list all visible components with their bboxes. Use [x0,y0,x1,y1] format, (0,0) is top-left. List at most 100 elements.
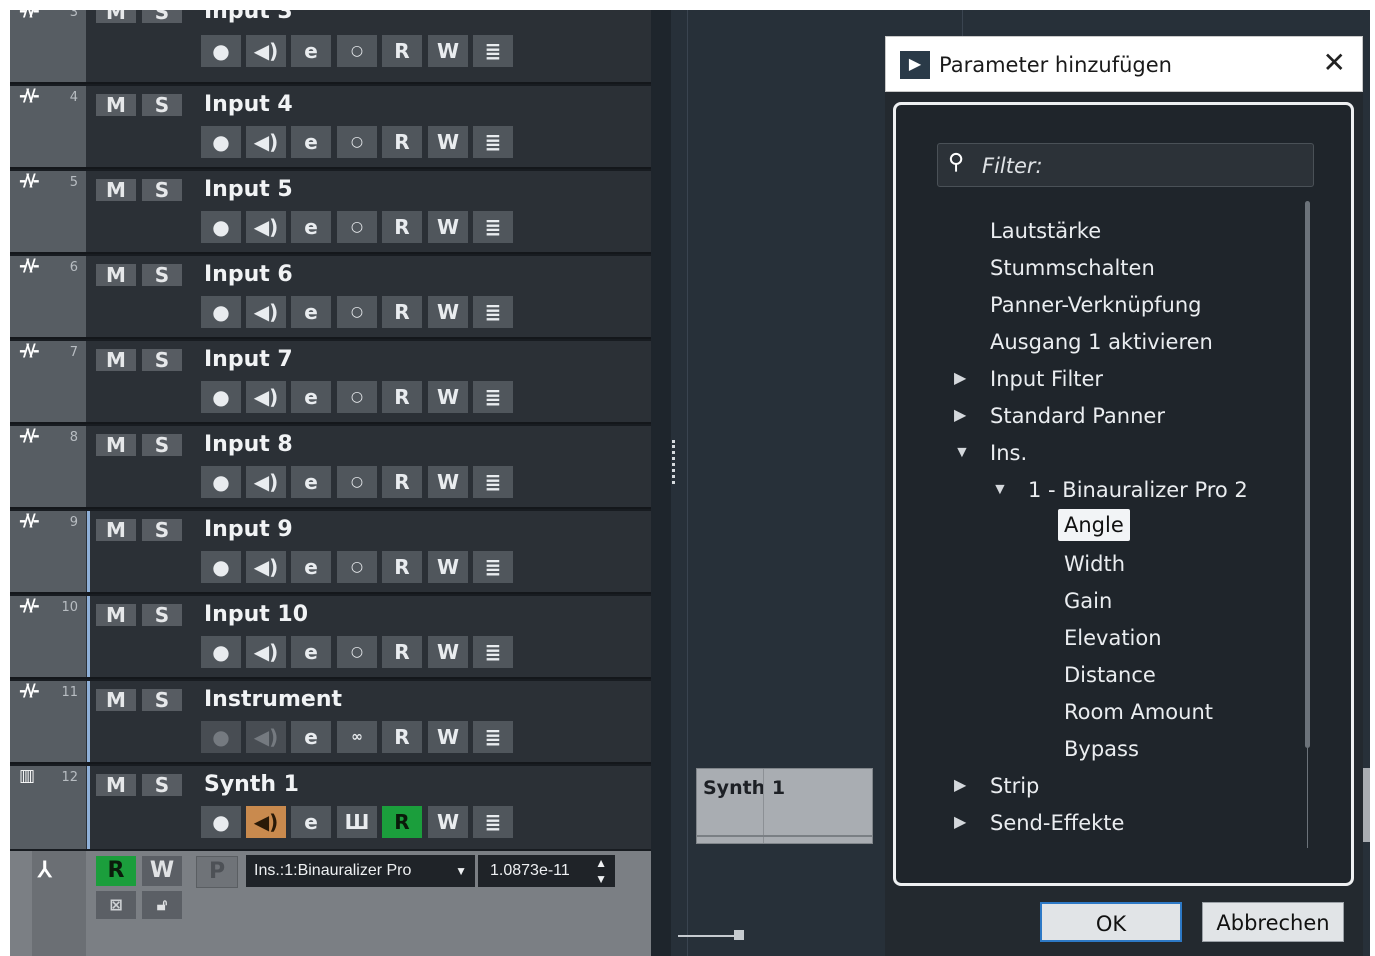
mute-button[interactable]: M [96,774,136,796]
solo-button[interactable]: S [142,519,182,541]
expand-arrow-icon[interactable]: ▶ [954,772,966,800]
mute-automation-icon[interactable]: ⊠ [96,891,136,919]
spinner-icon[interactable]: ▲ ▼ [595,855,607,887]
mute-button[interactable]: M [96,10,136,23]
edit-channel-icon[interactable]: e [291,636,331,668]
read-automation-button[interactable]: R [96,856,136,886]
mute-button[interactable]: M [96,179,136,201]
record-enable-button[interactable]: ● [201,126,241,158]
list-menu-icon[interactable]: ≣ [473,296,513,328]
track-name[interactable]: Input 10 [204,602,308,628]
channel-mode-icon[interactable]: ○ [337,35,377,67]
list-menu-icon[interactable]: ≣ [473,806,513,838]
midi-event[interactable]: Synth 1 [696,768,873,844]
write-automation-button[interactable]: W [428,296,468,328]
link-icon[interactable]: ∞ [337,721,377,753]
track-name[interactable]: Input 7 [204,347,293,373]
mute-button[interactable]: M [96,434,136,456]
track-name[interactable]: Synth 1 [204,772,299,798]
track-name[interactable]: Input 5 [204,177,293,203]
write-automation-button[interactable]: W [428,551,468,583]
tree-item-angle-selected[interactable]: Angle [1058,509,1130,541]
monitor-speaker-icon[interactable]: ◀) [246,126,286,158]
track-row[interactable]: -/\/- 6 M S Input 6 ● ◀) e ○ R W ≣ [10,256,651,339]
read-automation-button[interactable]: R [382,551,422,583]
record-enable-button[interactable]: ● [201,551,241,583]
tree-item-panner-verknuepfung[interactable]: Panner-Verknüpfung [990,291,1202,319]
solo-button[interactable]: S [142,774,182,796]
read-automation-button[interactable]: R [382,381,422,413]
mute-button[interactable]: M [96,264,136,286]
record-enable-button[interactable]: ● [201,636,241,668]
read-automation-button[interactable]: R [382,211,422,243]
write-automation-button[interactable]: W [428,211,468,243]
edit-channel-icon[interactable]: e [291,296,331,328]
solo-button[interactable]: S [142,349,182,371]
ok-button[interactable]: OK [1040,902,1182,942]
track-row[interactable]: -/\/- 3 M S Input 3 ● ◀) e ○ R W ≣ [10,10,651,84]
solo-button[interactable]: S [142,94,182,116]
channel-mode-icon[interactable]: ○ [337,466,377,498]
track-name[interactable]: Input 6 [204,262,293,288]
mute-button[interactable]: M [96,519,136,541]
write-automation-button[interactable]: W [428,721,468,753]
dialog-titlebar[interactable]: ▶ Parameter hinzufügen ✕ [885,36,1363,92]
read-automation-button[interactable]: R [382,466,422,498]
write-automation-button[interactable]: W [428,466,468,498]
write-automation-button[interactable]: W [428,35,468,67]
track-row[interactable]: -/\/- 11 M S Instrument ● ◀) e ∞ R W ≣ [10,681,651,764]
expand-arrow-icon[interactable]: ▶ [954,809,966,837]
read-automation-button[interactable]: R [382,35,422,67]
read-automation-button[interactable]: R [382,721,422,753]
tree-item-elevation[interactable]: Elevation [1064,624,1162,652]
tree-item-strip[interactable]: Strip [990,772,1039,800]
solo-button[interactable]: S [142,10,182,23]
track-row[interactable]: -/\/- 8 M S Input 8 ● ◀) e ○ R W ≣ [10,426,651,509]
solo-button[interactable]: S [142,264,182,286]
write-automation-button[interactable]: W [428,636,468,668]
list-menu-icon[interactable]: ≣ [473,126,513,158]
channel-mode-icon[interactable]: ○ [337,126,377,158]
write-automation-button[interactable]: W [428,381,468,413]
tree-item-distance[interactable]: Distance [1064,661,1156,689]
monitor-speaker-icon[interactable]: ◀) [246,636,286,668]
punch-button[interactable]: P [196,856,238,888]
collapse-arrow-icon[interactable]: ▼ [954,439,970,467]
collapse-arrow-icon[interactable]: ▼ [992,476,1008,504]
write-automation-button[interactable]: W [142,856,182,886]
tree-item-ausgang[interactable]: Ausgang 1 aktivieren [990,328,1213,356]
channel-mode-icon[interactable]: ○ [337,381,377,413]
track-name[interactable]: Instrument [204,687,342,713]
track-name[interactable]: Input 9 [204,517,293,543]
track-row[interactable]: -/\/- 5 M S Input 5 ● ◀) e ○ R W ≣ [10,171,651,254]
channel-mode-icon[interactable]: ○ [337,296,377,328]
expand-arrow-icon[interactable]: ▶ [954,365,966,393]
filter-input[interactable] [980,150,1304,182]
mute-button[interactable]: M [96,94,136,116]
edit-channel-icon[interactable]: e [291,381,331,413]
close-icon[interactable]: ✕ [1323,47,1346,79]
monitor-speaker-icon[interactable]: ◀) [246,296,286,328]
list-menu-icon[interactable]: ≣ [473,551,513,583]
tree-item-room-amount[interactable]: Room Amount [1064,698,1213,726]
track-name[interactable]: Input 8 [204,432,293,458]
record-enable-button[interactable]: ● [201,381,241,413]
list-menu-icon[interactable]: ≣ [473,35,513,67]
tree-item-width[interactable]: Width [1064,550,1125,578]
track-row[interactable]: -/\/- 7 M S Input 7 ● ◀) e ○ R W ≣ [10,341,651,424]
read-automation-button[interactable]: R [382,806,422,838]
monitor-speaker-icon[interactable]: ◀) [246,466,286,498]
scrollbar-track[interactable] [1307,748,1308,848]
track-name[interactable]: Input 3 [204,10,293,25]
read-automation-button[interactable]: R [382,636,422,668]
track-name[interactable]: Input 4 [204,92,293,118]
scrollbar-thumb[interactable] [1305,201,1310,748]
mute-button[interactable]: M [96,349,136,371]
monitor-speaker-icon[interactable]: ◀) [246,381,286,413]
read-automation-button[interactable]: R [382,126,422,158]
record-enable-button[interactable]: ● [201,296,241,328]
write-automation-button[interactable]: W [428,126,468,158]
tree-item-lautstaerke[interactable]: Lautstärke [990,217,1101,245]
list-menu-icon[interactable]: ≣ [473,381,513,413]
track-row-selected[interactable]: ▥ 12 M S Synth 1 ● ◀) e Ш R W ≣ [10,766,651,849]
